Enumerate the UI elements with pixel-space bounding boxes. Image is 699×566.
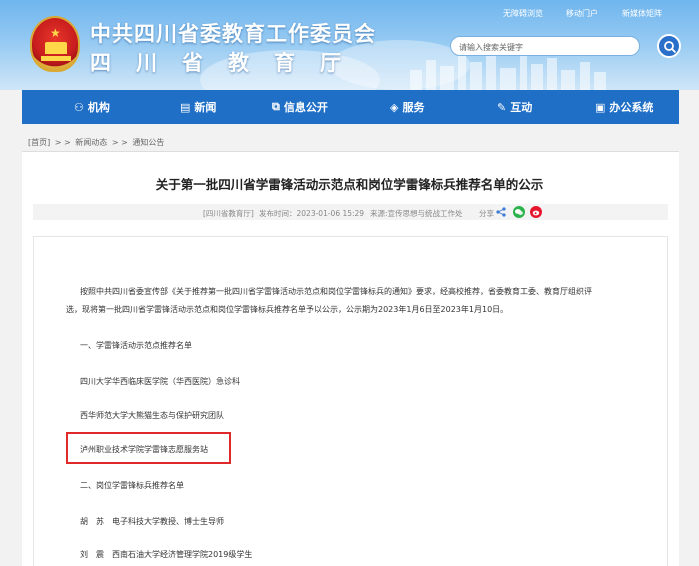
list-item: 刘 震 西南石油大学经济管理学院2019级学生	[80, 550, 253, 559]
nav-item-service[interactable]: ◈ 服务	[390, 90, 424, 124]
nav-label: 新闻	[194, 101, 217, 114]
site-header: ★ 中共四川省委教育工作委员会 四川省教育厅 无障碍浏览 移动门户 新媒体矩阵 …	[0, 0, 699, 90]
breadcrumb: [首页] > > 新闻动态 > > 通知公告	[28, 137, 166, 148]
share-icon[interactable]	[495, 206, 507, 218]
nav-label: 办公系统	[609, 101, 654, 114]
office-icon: ▣	[595, 100, 606, 114]
nav-label: 互动	[510, 101, 533, 114]
wechat-icon[interactable]	[513, 206, 525, 218]
service-icon: ◈	[390, 100, 399, 114]
dept-name: 四川省教育厅	[90, 51, 366, 75]
news-icon: ▤	[180, 100, 191, 114]
article-meta: [四川省教育厅] 发布时间：2023-01-06 15:29 来源:宣传思想与统…	[33, 204, 668, 220]
list-item: 西华师范大学大熊猫生态与保护研究团队	[80, 411, 224, 420]
nav-item-org[interactable]: ⚇ 机构	[74, 90, 110, 124]
national-emblem-logo[interactable]: ★	[30, 16, 80, 72]
nav-item-interact[interactable]: ✎ 互动	[497, 90, 532, 124]
top-links: 无障碍浏览 移动门户 新媒体矩阵	[0, 8, 699, 22]
info-icon: ⧉	[272, 100, 280, 113]
share-label: 分享	[479, 209, 494, 218]
search-input[interactable]: 请输入搜索关键字	[450, 36, 640, 56]
breadcrumb-separator: > >	[54, 138, 71, 147]
breadcrumb-news[interactable]: 新闻动态	[75, 138, 107, 147]
weibo-icon[interactable]	[530, 206, 542, 218]
breadcrumb-separator: > >	[111, 138, 128, 147]
list-item: 四川大学华西临床医学院（华西医院）急诊科	[80, 377, 240, 386]
interact-icon: ✎	[497, 100, 507, 114]
paragraph: 按照中共四川省委宣传部《关于推荐第一批四川省学雷锋活动示范点和岗位学雷锋标兵的通…	[80, 287, 592, 296]
section-heading: 一、学雷锋活动示范点推荐名单	[80, 341, 192, 350]
highlight-box	[66, 432, 231, 464]
paragraph: 选，现将第一批四川省学雷锋活动示范点和岗位学雷锋标兵推荐名单予以公示，公示期为2…	[66, 305, 509, 314]
nav-label: 信息公开	[283, 101, 328, 114]
nav-label: 服务	[402, 101, 425, 114]
meta-origin: 来源:宣传思想与统战工作处	[370, 209, 463, 218]
main-nav: ⚇ 机构 ▤ 新闻 ⧉ 信息公开 ◈ 服务 ✎ 互动 ▣ 办公系统	[22, 90, 679, 124]
search-icon	[664, 41, 677, 54]
breadcrumb-home[interactable]: [首页]	[28, 138, 50, 147]
article-title: 关于第一批四川省学雷锋活动示范点和岗位学雷锋标兵推荐名单的公示	[155, 177, 544, 192]
org-icon: ⚇	[74, 100, 84, 114]
nav-item-news[interactable]: ▤ 新闻	[180, 90, 216, 124]
meta-source: [四川省教育厅]	[203, 209, 254, 218]
list-item: 胡 苏 电子科技大学教授、博士生导师	[80, 517, 224, 526]
breadcrumb-notices[interactable]: 通知公告	[132, 138, 164, 147]
nav-label: 机构	[87, 101, 110, 114]
search-button[interactable]	[657, 34, 681, 58]
meta-published: 发布时间：2023-01-06 15:29	[259, 209, 365, 218]
mobile-portal-link[interactable]: 移动门户	[566, 8, 598, 19]
org-name: 中共四川省委教育工作委员会	[90, 22, 376, 46]
nav-item-office[interactable]: ▣ 办公系统	[595, 90, 653, 124]
accessibility-link[interactable]: 无障碍浏览	[503, 8, 543, 19]
new-media-link[interactable]: 新媒体矩阵	[622, 8, 662, 19]
section-heading: 二、岗位学雷锋标兵推荐名单	[80, 481, 184, 490]
nav-item-info[interactable]: ⧉ 信息公开	[272, 90, 328, 124]
